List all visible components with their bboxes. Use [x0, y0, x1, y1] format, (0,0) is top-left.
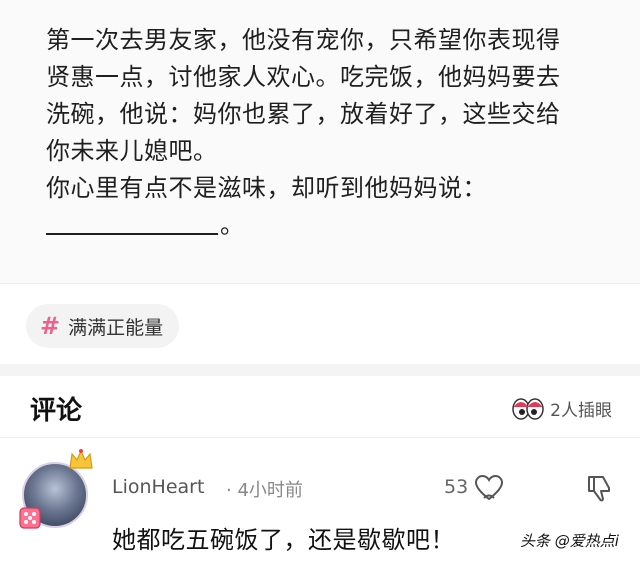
- crown-icon: [69, 449, 93, 469]
- section-divider: [0, 364, 640, 376]
- fill-in-blank: [46, 217, 218, 235]
- like-icon[interactable]: [474, 474, 504, 502]
- post-line: 洗碗，他说：妈你也累了，放着好了，这些交给: [46, 100, 561, 128]
- post-line: 你未来儿媳吧。: [46, 137, 218, 165]
- blank-end-punct: 。: [220, 211, 245, 239]
- comment-item: LionHeart · 4小时前 53 她都吃五碗饭了，还是歇歇吧！ 头条 @爱…: [0, 438, 640, 561]
- tag-area: # 满满正能量: [0, 284, 640, 364]
- insert-eye-label: 2人插眼: [550, 401, 612, 421]
- post-card: 第一次去男友家，他没有宠你，只希望你表现得 贤惠一点，讨他家人欢心。吃完饭，他妈…: [0, 0, 640, 284]
- post-line: 第一次去男友家，他没有宠你，只希望你表现得: [46, 26, 561, 54]
- comment-text: 她都吃五碗饭了，还是歇歇吧！: [112, 526, 455, 554]
- dislike-icon[interactable]: [586, 474, 612, 502]
- comment-time: · 4小时前: [226, 480, 303, 501]
- post-line: 贤惠一点，讨他家人欢心。吃完饭，他妈妈要去: [46, 63, 561, 91]
- like-count: 53: [444, 476, 469, 498]
- comments-header: 评论 2人插眼: [0, 376, 640, 438]
- comment-username[interactable]: LionHeart: [112, 476, 204, 498]
- topic-tag-label: 满满正能量: [68, 316, 164, 339]
- hash-icon: #: [40, 312, 61, 340]
- dice-icon: [19, 507, 41, 529]
- watermark: 头条 @爱热点i: [520, 532, 619, 550]
- eyes-icon: [512, 397, 544, 420]
- comments-title: 评论: [30, 396, 83, 426]
- insert-eye-button[interactable]: 2人插眼: [512, 396, 612, 421]
- post-body: 第一次去男友家，他没有宠你，只希望你表现得 贤惠一点，讨他家人欢心。吃完饭，他妈…: [46, 22, 606, 244]
- post-line: 你心里有点不是滋味，却听到他妈妈说：: [46, 174, 487, 202]
- topic-tag[interactable]: # 满满正能量: [26, 304, 180, 348]
- avatar-wrap[interactable]: [19, 449, 93, 529]
- post-blank-line: 。: [46, 207, 606, 244]
